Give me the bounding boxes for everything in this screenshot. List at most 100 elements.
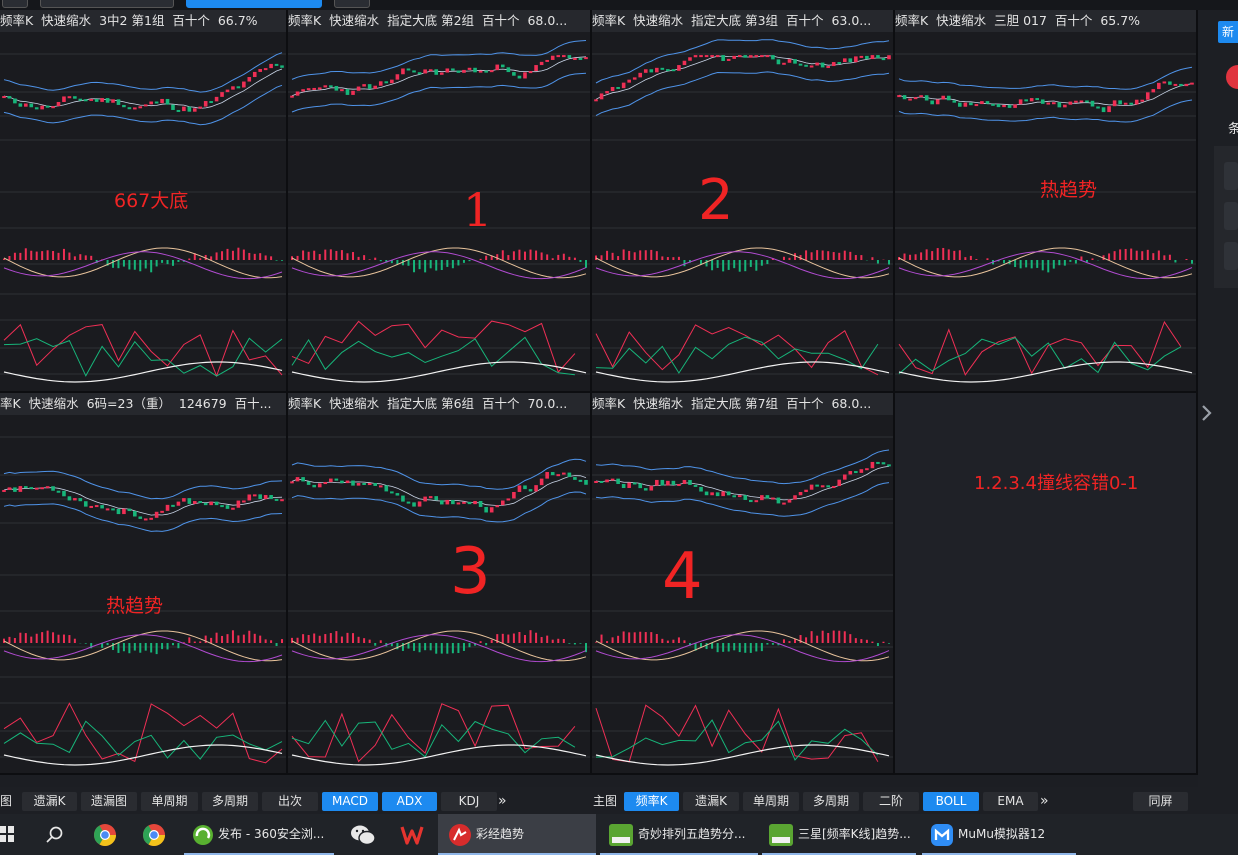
btn-ema[interactable]: EMA	[983, 792, 1038, 811]
taskbar-item-caijing[interactable]: 彩经趋势	[438, 814, 596, 855]
btn-left-1[interactable]: 遗漏图	[81, 792, 137, 811]
macd-bar	[788, 257, 791, 260]
candle	[1046, 102, 1051, 105]
candle	[815, 484, 819, 487]
btn-kdj[interactable]: KDJ	[441, 792, 497, 811]
top-tab-active[interactable]	[186, 0, 322, 8]
windows-start-icon[interactable]	[0, 826, 14, 842]
btn-boll[interactable]: BOLL	[923, 792, 979, 811]
taskbar-item-mumu[interactable]: MuMu模拟器12	[922, 814, 1076, 855]
btn-left-4[interactable]: 出次	[262, 792, 318, 811]
candle	[345, 480, 350, 484]
macd-bar	[281, 260, 283, 261]
candle	[594, 99, 598, 102]
btn-left-3[interactable]: 多周期	[202, 792, 258, 811]
macd-bar	[666, 640, 669, 643]
macd-bar	[435, 260, 438, 271]
btn-right-2[interactable]: 单周期	[743, 792, 799, 811]
chart-panel-5[interactable]: 率K 快速缩水 6码=23（重） 124679 百十...	[0, 393, 288, 775]
sidebar-new-button[interactable]: 新	[1218, 21, 1238, 43]
candle	[225, 89, 230, 93]
macd-bar	[407, 643, 410, 649]
candle	[489, 70, 494, 73]
macd-bar	[666, 257, 669, 260]
candle	[743, 495, 748, 500]
panel-title-part: 3中2 第1组	[99, 13, 173, 28]
macd-bar	[903, 253, 906, 260]
macd-bar	[727, 643, 730, 652]
top-tab-1[interactable]	[2, 0, 28, 8]
chrome-icon[interactable]	[93, 823, 117, 847]
sidebar-item-3[interactable]	[1224, 242, 1238, 270]
chart-panel-7[interactable]: 频率K 快速缩水 指定大底 第7组 百十个 68.0...	[592, 393, 895, 775]
chart-panel-2[interactable]: 频率K 快速缩水 指定大底 第2组 百十个 68.0...	[288, 10, 592, 393]
macd-bar	[529, 630, 532, 643]
macd-bar	[457, 643, 460, 654]
search-icon[interactable]	[46, 826, 64, 844]
macd-bar	[1003, 260, 1006, 264]
chart-panel-3[interactable]: 频率K 快速缩水 指定大底 第3组 百十个 63.0...	[592, 10, 895, 393]
candle	[737, 55, 742, 58]
btn-right-4[interactable]: 二阶	[863, 792, 919, 811]
btn-macd[interactable]: MACD	[322, 792, 378, 811]
boll-lower	[3, 503, 283, 532]
empty-panel	[895, 393, 1198, 775]
macd-bar	[1124, 248, 1127, 260]
macd-bar	[827, 632, 830, 643]
sidebar-item-1[interactable]	[1224, 162, 1238, 190]
candle	[45, 486, 50, 489]
macd-bar	[221, 635, 224, 643]
candle	[356, 86, 361, 91]
candle	[732, 55, 737, 59]
macd-bar	[1130, 248, 1133, 260]
btn-right-3[interactable]: 多周期	[803, 792, 859, 811]
macd-bar	[876, 260, 879, 264]
btn-left-0[interactable]: 遗漏K	[22, 792, 77, 811]
chevron-right-icon[interactable]	[1201, 404, 1213, 422]
chart-panel-6[interactable]: 频率K 快速缩水 指定大底 第6组 百十个 70.0...	[288, 393, 592, 775]
sidebar-item-2[interactable]	[1224, 202, 1238, 230]
macd-bar	[931, 251, 934, 260]
candle	[40, 105, 44, 110]
candle	[1057, 102, 1062, 108]
macd-bar	[705, 643, 708, 650]
top-tab-2[interactable]	[40, 0, 174, 8]
btn-right-1[interactable]: 遗漏K	[683, 792, 739, 811]
more-right-icon[interactable]: »	[1040, 792, 1056, 811]
taskbar-item-sanxing[interactable]: 三星[频率K线]趋势...	[762, 814, 916, 855]
btn-adx[interactable]: ADX	[382, 792, 437, 811]
macd-bar	[540, 637, 543, 643]
taskbar-item-qimiao[interactable]: 奇妙排列五趋势分...	[600, 814, 758, 855]
candle	[573, 477, 577, 480]
macd-bar	[975, 259, 978, 260]
btn-same-screen[interactable]: 同屏	[1133, 792, 1188, 811]
top-tab-add[interactable]	[334, 0, 370, 8]
macd-bar	[62, 248, 65, 260]
more-left-icon[interactable]: »	[498, 792, 514, 811]
btn-left-2[interactable]: 单周期	[141, 792, 198, 811]
candle	[214, 501, 219, 506]
candle	[323, 482, 328, 485]
candle	[89, 505, 94, 508]
candle	[384, 81, 389, 84]
macd-bar	[468, 260, 471, 262]
candle	[605, 91, 609, 94]
macd-bar	[259, 635, 262, 643]
macd-bar	[171, 260, 174, 266]
taskbar-label: 发布 - 360安全浏...	[218, 827, 325, 841]
wechat-icon[interactable]	[350, 823, 376, 847]
macd-bar	[1135, 250, 1138, 260]
chrome-icon-2[interactable]	[142, 823, 166, 847]
btn-freq-k[interactable]: 频率K	[624, 792, 679, 811]
macd-bar	[644, 632, 647, 643]
candle	[688, 480, 692, 485]
taskbar-item-360[interactable]: 发布 - 360安全浏...	[184, 814, 334, 855]
macd-bar	[291, 637, 293, 643]
candle	[616, 86, 620, 89]
wps-icon[interactable]	[400, 823, 424, 847]
macd-bar	[942, 247, 945, 260]
macd-bar	[611, 252, 614, 260]
candle	[473, 500, 477, 505]
panel-title-part: 频率K	[288, 396, 330, 411]
candle	[105, 98, 110, 103]
